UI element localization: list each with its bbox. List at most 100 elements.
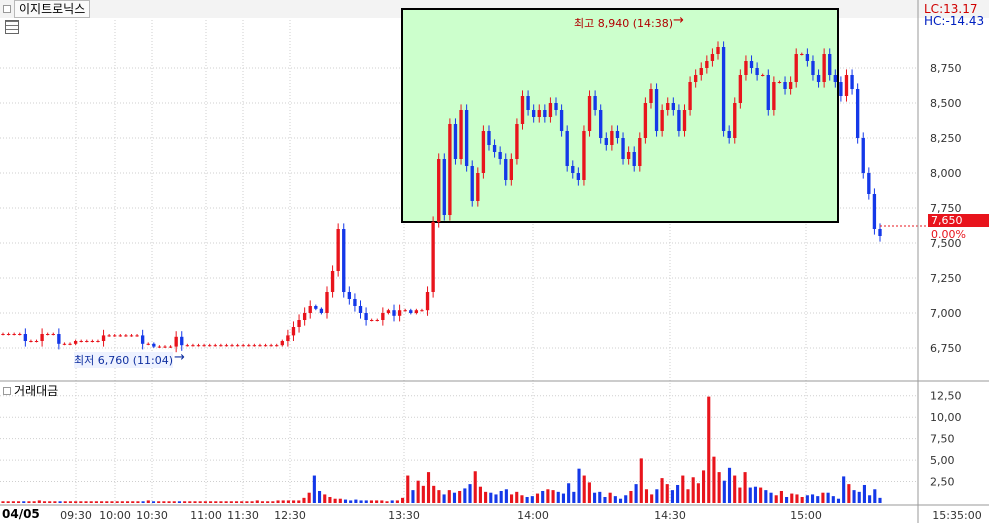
candle-body	[788, 82, 793, 89]
candle-body	[839, 82, 843, 96]
volume-bar	[639, 458, 643, 503]
candle-body	[738, 75, 743, 103]
price-chart: 09:30 10:00 10:30 11:00 11:30 12:30 13:30 14:00…	[0, 0, 989, 523]
volume-bar	[172, 501, 176, 503]
x-tick-label: 14:30	[654, 509, 686, 522]
candle-body	[269, 345, 273, 347]
candle-body	[34, 341, 39, 342]
candle-body	[822, 54, 826, 82]
candle-body	[101, 335, 106, 341]
volume-bar	[84, 501, 88, 503]
volume-bar	[136, 501, 140, 503]
volume-bar	[878, 497, 882, 503]
volume-bar	[281, 500, 285, 503]
max-annotation: 최고 8,940 (14:38)	[574, 17, 674, 30]
volume-bar	[525, 496, 529, 503]
candle-body	[777, 82, 782, 83]
volume-bar	[229, 501, 233, 503]
candle-body	[727, 131, 731, 138]
candle-body	[833, 75, 837, 82]
volume-bar	[260, 501, 265, 503]
volume-bar	[421, 485, 425, 503]
candle-body	[241, 345, 245, 347]
volume-bar	[764, 490, 768, 503]
volume-bar	[323, 494, 327, 503]
volume-bar	[551, 490, 555, 503]
volume-bar	[214, 501, 218, 503]
candle-body	[515, 124, 519, 159]
candle-body	[62, 343, 67, 345]
candle-body	[861, 138, 865, 173]
volume-bar	[292, 500, 296, 503]
candle-body	[90, 341, 95, 342]
candle-body	[336, 229, 340, 271]
volume-bar	[655, 489, 659, 503]
volume-bar	[79, 501, 83, 503]
volume-bar	[857, 491, 861, 503]
volume-bar	[520, 495, 524, 503]
candle-body	[593, 96, 597, 110]
volume-bar	[676, 484, 680, 503]
candle-body	[191, 345, 195, 347]
volume-bar	[753, 486, 758, 503]
volume-bar	[738, 487, 742, 503]
volume-bar	[743, 472, 747, 503]
candle-body	[615, 131, 620, 138]
volume-bar	[696, 483, 700, 503]
volume-bar	[748, 487, 752, 503]
volume-bar	[22, 501, 26, 503]
volume-panel-title: 거래대금	[14, 384, 59, 398]
candle-body	[543, 110, 547, 117]
volume-bar	[369, 500, 374, 503]
volume-bar	[603, 496, 607, 503]
volume-toggle-icon[interactable]	[3, 387, 11, 395]
candle-body	[196, 345, 201, 347]
volume-bar	[53, 501, 57, 503]
volume-bar	[494, 494, 498, 503]
volume-bar	[390, 500, 394, 503]
candle-body	[353, 299, 357, 306]
candle-body	[643, 103, 648, 138]
y-tick-label: 8,000	[930, 167, 962, 180]
candle-body	[280, 341, 284, 346]
candle-body	[219, 345, 223, 347]
candle-body	[805, 54, 810, 61]
candle-body	[867, 173, 871, 194]
candle-body	[224, 345, 229, 347]
candle-body	[180, 336, 184, 346]
volume-bar	[188, 501, 192, 503]
y-tick-label: 8,500	[930, 97, 962, 110]
volume-bar	[177, 501, 181, 503]
volume-bar	[395, 500, 399, 503]
candle-body	[733, 103, 737, 138]
candle-body	[604, 138, 608, 145]
x-tick-label: 13:30	[388, 509, 420, 522]
candle-body	[666, 103, 670, 110]
candle-body	[347, 292, 352, 299]
candle-body	[710, 54, 715, 61]
volume-bar	[271, 501, 275, 503]
candle-body	[559, 110, 564, 131]
volume-bar	[411, 490, 415, 503]
volume-bar	[349, 500, 353, 503]
volume-bar	[769, 492, 773, 503]
volume-bar	[624, 495, 628, 503]
volume-bar	[733, 475, 737, 503]
volume-panel-header: 거래대금	[0, 383, 58, 399]
volume-bar	[826, 492, 830, 503]
volume-bar	[198, 501, 202, 503]
candle-body	[325, 292, 329, 313]
x-tick-label: 09:30	[60, 509, 92, 522]
candle-body	[275, 345, 279, 347]
volume-bar	[484, 491, 488, 503]
volume-bar	[193, 501, 197, 503]
candle-body	[230, 345, 234, 347]
volume-bar	[593, 492, 597, 503]
volume-bar	[11, 501, 15, 503]
volume-bar	[556, 491, 560, 503]
volume-bar	[162, 501, 166, 503]
candle-body	[554, 103, 558, 110]
volume-bar	[63, 501, 67, 503]
candle-body	[140, 335, 145, 344]
candle-body	[152, 343, 156, 347]
